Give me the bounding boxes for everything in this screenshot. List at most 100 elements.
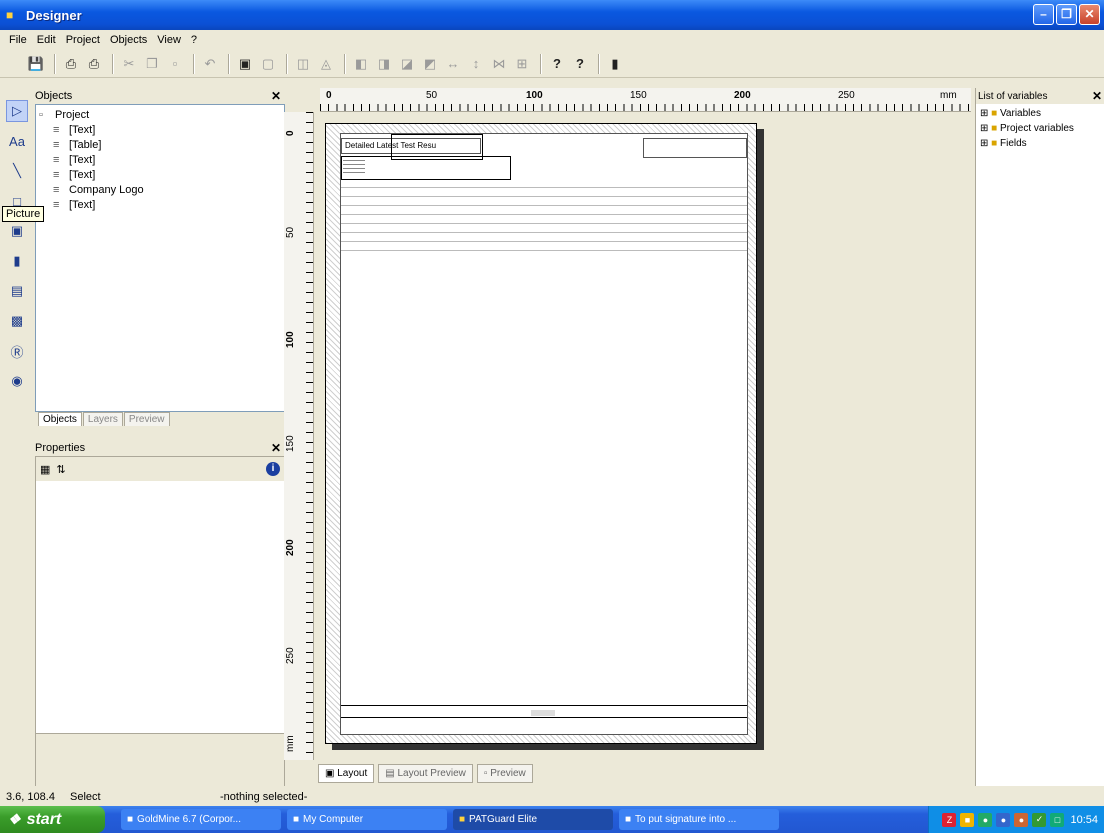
distribute-h-icon[interactable]: ↔	[443, 54, 463, 74]
tray-icon[interactable]: ●	[1014, 812, 1029, 827]
title-bar: ■ Designer – ❐ ✕	[0, 0, 1104, 30]
print-preview-icon[interactable]: ⎙	[84, 54, 104, 74]
copy-icon[interactable]: ❐	[142, 54, 162, 74]
text-tool-icon[interactable]: Aa	[6, 130, 28, 152]
context-help-icon[interactable]: ?	[570, 54, 590, 74]
line-tool-icon[interactable]: ╲	[6, 160, 28, 182]
distribute-v-icon[interactable]: ↕	[466, 54, 486, 74]
vertical-ruler: 0 50 100 150 200 250 mm	[284, 112, 314, 760]
print-icon[interactable]: ⎙	[61, 54, 81, 74]
menu-project[interactable]: Project	[61, 34, 105, 46]
properties-panel-close-icon[interactable]: ✕	[271, 441, 281, 455]
menu-edit[interactable]: Edit	[32, 34, 61, 46]
task-signature[interactable]: ■ To put signature into ...	[619, 809, 779, 830]
tab-layers[interactable]: Layers	[82, 412, 123, 426]
ruler-label: 250	[838, 90, 855, 101]
tab-objects[interactable]: Objects	[38, 412, 82, 426]
objects-panel-tabs: Objects Layers Preview	[38, 412, 171, 426]
clock[interactable]: 10:54	[1070, 814, 1098, 826]
property-description	[36, 733, 284, 787]
objects-panel-close-icon[interactable]: ✕	[271, 89, 281, 103]
menu-file[interactable]: File	[4, 34, 32, 46]
send-back-icon[interactable]: ▢	[258, 54, 278, 74]
save-icon[interactable]: 💾	[26, 54, 46, 74]
categorized-icon[interactable]: ▦	[40, 463, 50, 476]
barcode-tool-icon[interactable]: ▮	[6, 250, 28, 272]
formatted-text-tool-icon[interactable]: Ⓡ	[6, 340, 28, 362]
sort-alpha-icon[interactable]: ⇅	[56, 463, 65, 476]
table-tool-icon[interactable]: ▤	[6, 280, 28, 302]
folder-icon: ■	[991, 108, 1000, 119]
menu-help[interactable]: ?	[186, 34, 202, 46]
tree-item[interactable]: ≡ [Text]	[39, 198, 281, 213]
tree-item-label: [Text]	[69, 199, 96, 211]
undo-icon[interactable]: ↶	[200, 54, 220, 74]
paste-icon[interactable]: ▫	[165, 54, 185, 74]
info-icon[interactable]: i	[266, 462, 280, 476]
tab-layout[interactable]: ▣ Layout	[318, 763, 375, 783]
exit-icon[interactable]: ▮	[605, 54, 625, 74]
tree-item[interactable]: ⊞ ■ Variables	[980, 106, 1100, 121]
close-button[interactable]: ✕	[1079, 4, 1100, 25]
same-size-icon[interactable]: ⋈	[489, 54, 509, 74]
tab-layout-preview-label: Layout Preview	[397, 767, 466, 779]
tray-icon[interactable]: □	[1050, 812, 1065, 827]
tray-icon[interactable]: Z	[942, 812, 957, 827]
variables-panel-close-icon[interactable]: ✕	[1092, 89, 1102, 103]
expand-icon[interactable]: ⊞	[980, 123, 991, 134]
html-tool-icon[interactable]: ◉	[6, 370, 28, 392]
task-goldmine[interactable]: ■ GoldMine 6.7 (Corpor...	[121, 809, 281, 830]
objects-tree: ▫ Project ≡ [Text] ≡ [Table] ≡ [Text] ≡ [Text…	[35, 104, 285, 412]
tree-item[interactable]: ⊞ ■ Project variables	[980, 121, 1100, 136]
table-field-rows[interactable]	[341, 182, 747, 252]
expand-icon[interactable]: ⊞	[980, 138, 991, 149]
help-icon[interactable]: ?	[547, 54, 567, 74]
minimize-button[interactable]: –	[1033, 4, 1054, 25]
report-body[interactable]: Detailed Latest Test Resu	[340, 133, 748, 735]
task-my-computer[interactable]: ■ My Computer	[287, 809, 447, 830]
chart-tool-icon[interactable]: ▩	[6, 310, 28, 332]
menu-view[interactable]: View	[152, 34, 186, 46]
tree-item[interactable]: ≡ [Text]	[39, 168, 281, 183]
ruler-label: 100	[285, 331, 296, 348]
toolbar-separator	[286, 53, 288, 74]
start-button[interactable]: ❖ start	[0, 806, 105, 833]
system-tray: Z ■ ● ● ● ✓ □ 10:54	[928, 806, 1104, 833]
tray-icon[interactable]: ●	[978, 812, 993, 827]
address-box[interactable]	[643, 138, 747, 158]
grid-icon[interactable]: ⊞	[512, 54, 532, 74]
header-text-box[interactable]	[341, 156, 511, 180]
tab-layout-preview[interactable]: ▤ Layout Preview	[378, 763, 473, 783]
tray-icon[interactable]: ■	[960, 812, 975, 827]
select-tool-icon[interactable]: ▷	[6, 100, 28, 122]
task-patguard[interactable]: ■ PATGuard Elite	[453, 809, 613, 830]
menu-objects[interactable]: Objects	[105, 34, 152, 46]
picture-tool-icon[interactable]: ▣	[6, 220, 28, 242]
ruler-label: 50	[426, 90, 438, 101]
tab-preview[interactable]: Preview	[123, 412, 170, 426]
view-tabs: ▣ Layout ▤ Layout Preview ▫ Preview	[318, 762, 537, 784]
tree-item[interactable]: ≡ [Table]	[39, 138, 281, 153]
align-center-icon[interactable]: ◬	[316, 54, 336, 74]
tab-preview[interactable]: ▫ Preview	[476, 763, 533, 783]
toolbar-separator	[54, 53, 56, 74]
expand-icon[interactable]: ⊞	[980, 108, 991, 119]
tray-icon[interactable]: ●	[996, 812, 1011, 827]
task-icon: ■	[293, 814, 300, 825]
toolbar-separator	[112, 53, 114, 74]
tree-item[interactable]: ≡ [Text]	[39, 153, 281, 168]
align-right-icon[interactable]: ◧	[351, 54, 371, 74]
tree-item[interactable]: ≡ [Text]	[39, 123, 281, 138]
tree-root[interactable]: ▫ Project	[39, 108, 281, 123]
bring-front-icon[interactable]: ▣	[235, 54, 255, 74]
maximize-button[interactable]: ❐	[1056, 4, 1077, 25]
cut-icon[interactable]: ✂	[119, 54, 139, 74]
align-left-icon[interactable]: ◫	[293, 54, 313, 74]
tree-item-label: Variables	[1000, 108, 1041, 119]
align-top-icon[interactable]: ◨	[374, 54, 394, 74]
align-middle-icon[interactable]: ◪	[397, 54, 417, 74]
tree-item[interactable]: ⊞ ■ Fields	[980, 136, 1100, 151]
tray-icon[interactable]: ✓	[1032, 812, 1047, 827]
tree-item[interactable]: ≡ Company Logo	[39, 183, 281, 198]
align-bottom-icon[interactable]: ◩	[420, 54, 440, 74]
